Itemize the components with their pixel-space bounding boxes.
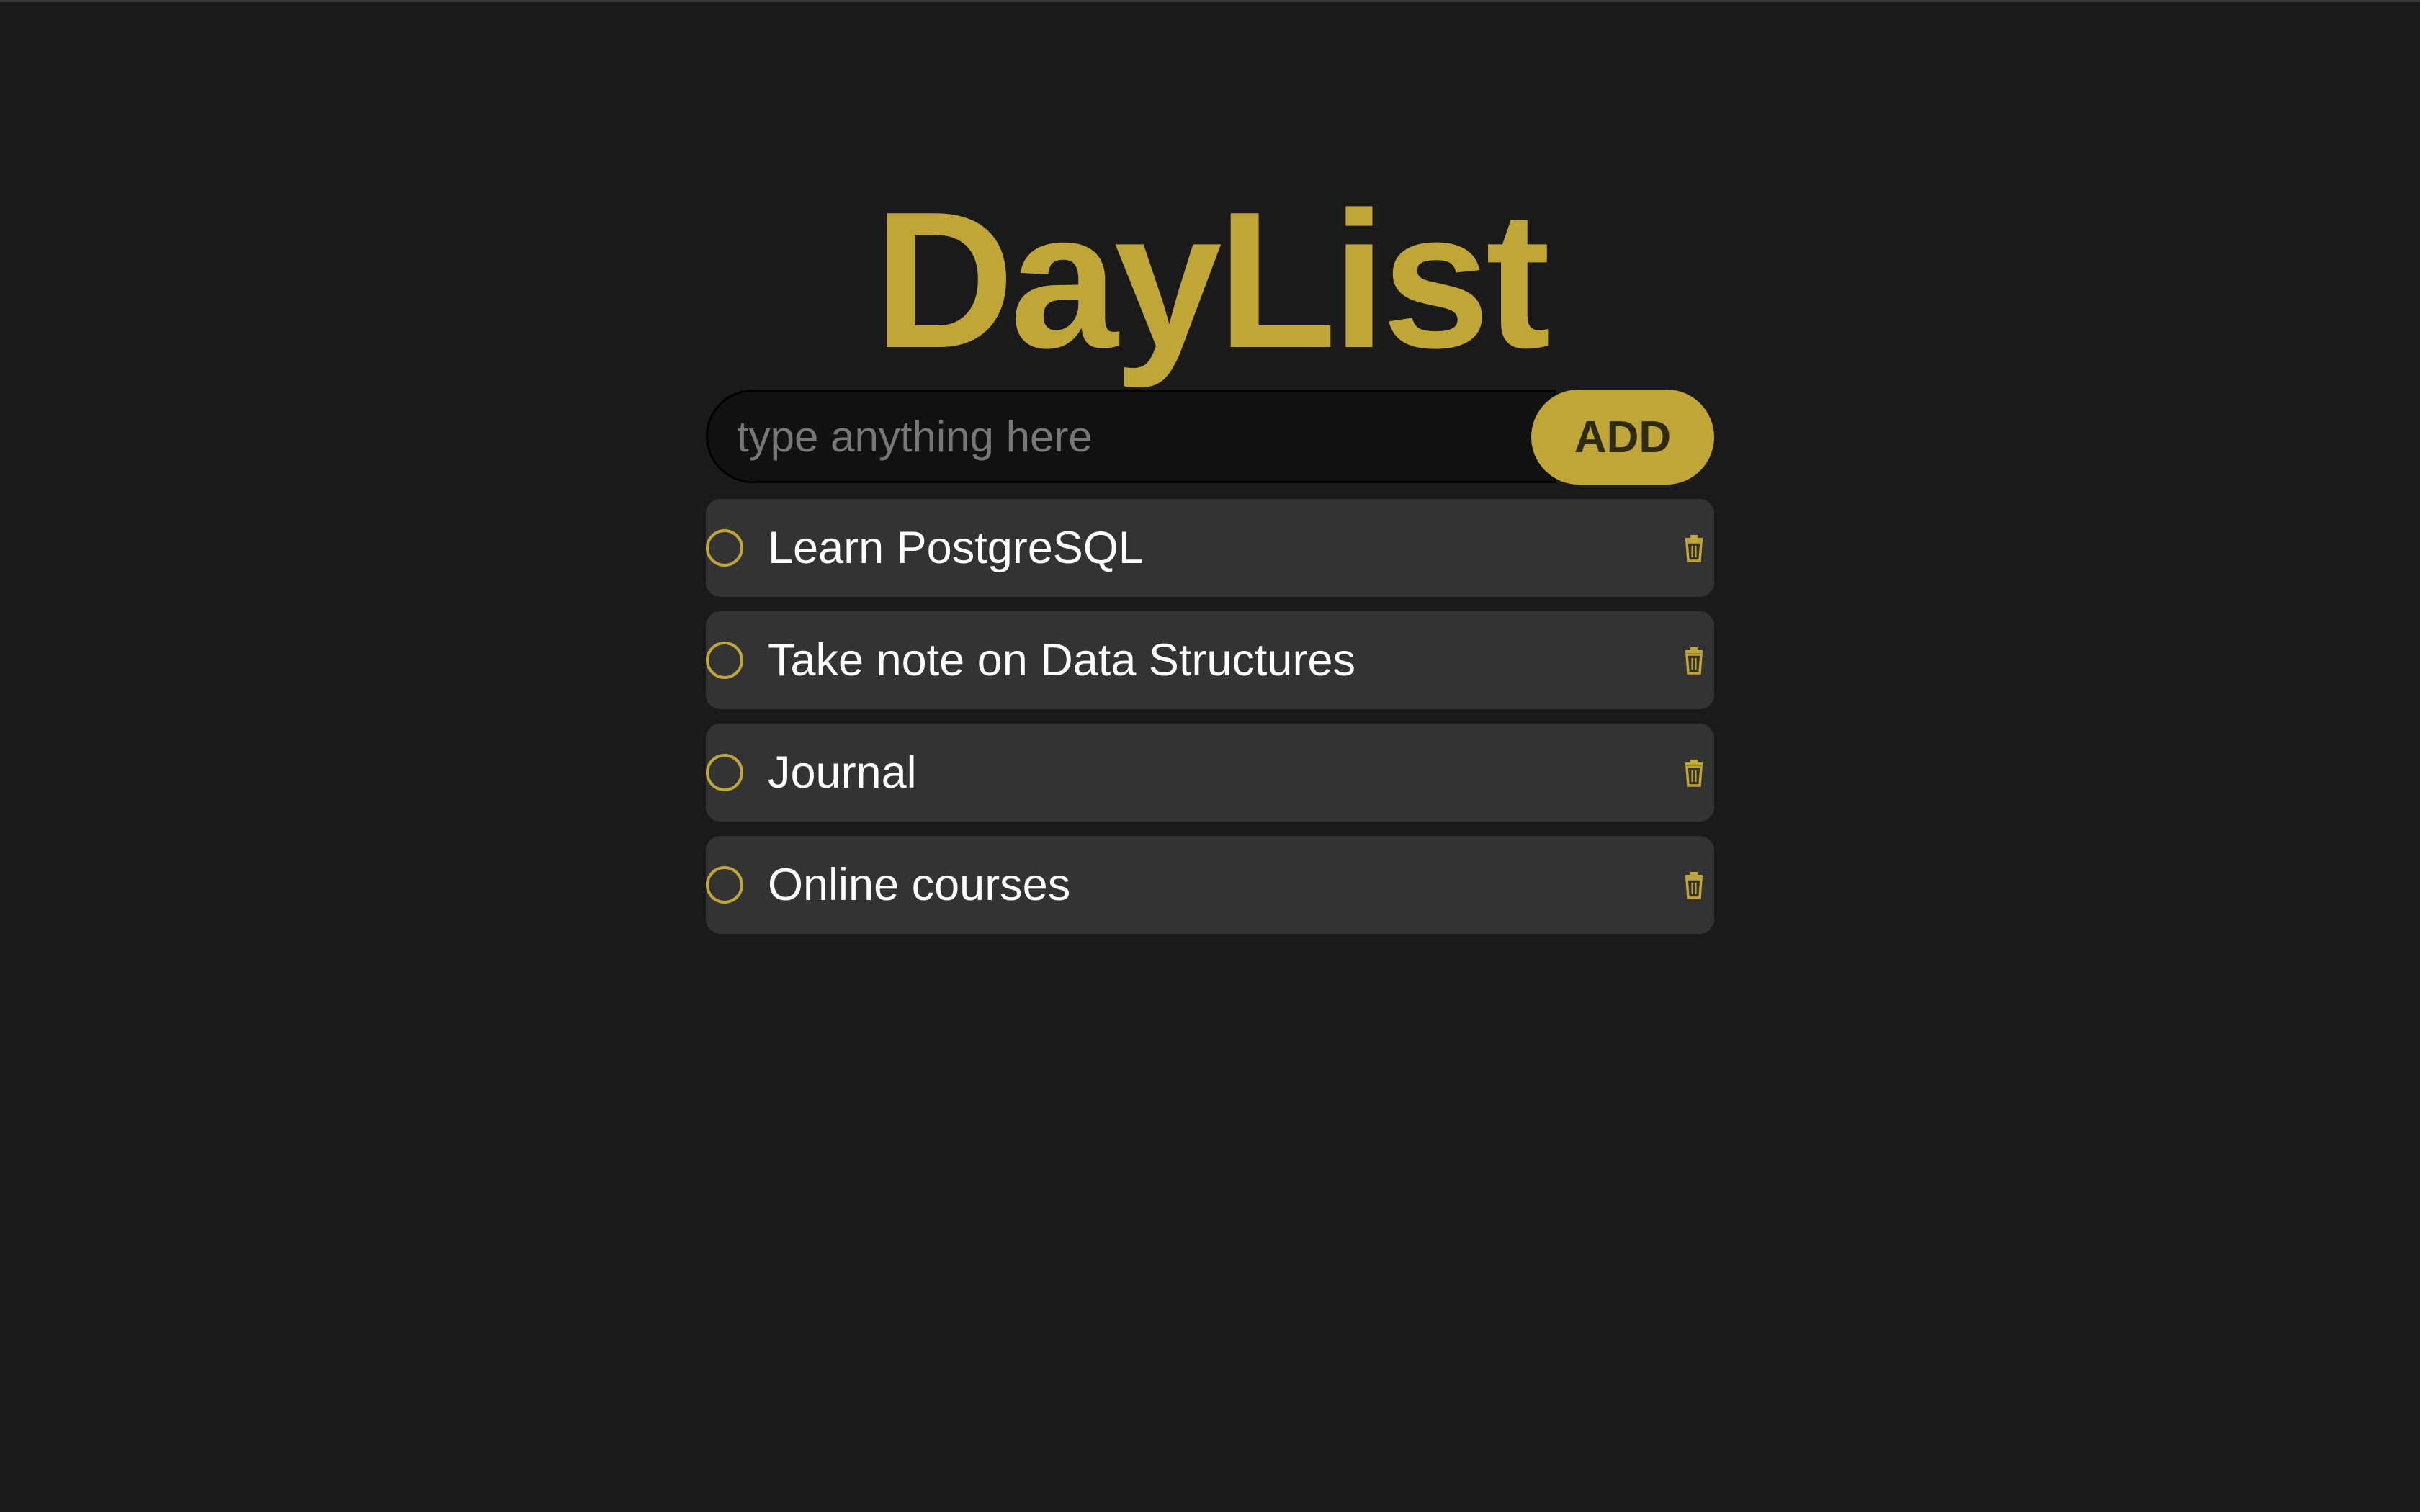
trash-icon[interactable]: [1680, 758, 1708, 787]
trash-icon[interactable]: [1680, 870, 1708, 899]
circle-outline-icon[interactable]: [706, 642, 743, 679]
add-button[interactable]: ADD: [1531, 390, 1714, 485]
todo-item: Online courses: [706, 836, 1714, 934]
todo-text: Take note on Data Structures: [768, 635, 1355, 685]
add-todo-form: ADD: [706, 390, 1714, 486]
circle-outline-icon[interactable]: [706, 754, 743, 791]
todo-item: Take note on Data Structures: [706, 611, 1714, 709]
window-top-border: [0, 0, 2420, 2]
todo-item: Learn PostgreSQL: [706, 499, 1714, 597]
app-title: DayList: [874, 172, 1550, 389]
circle-outline-icon[interactable]: [706, 529, 743, 567]
todo-text: Journal: [768, 747, 917, 798]
todo-text: Online courses: [768, 860, 1071, 910]
circle-outline-icon[interactable]: [706, 866, 743, 904]
todo-text: Learn PostgreSQL: [768, 523, 1144, 573]
todo-input[interactable]: [706, 390, 1556, 483]
trash-icon[interactable]: [1680, 646, 1708, 675]
trash-icon[interactable]: [1680, 534, 1708, 562]
todo-item: Journal: [706, 724, 1714, 822]
todo-list: Learn PostgreSQL Take note on Data Struc…: [706, 499, 1714, 948]
